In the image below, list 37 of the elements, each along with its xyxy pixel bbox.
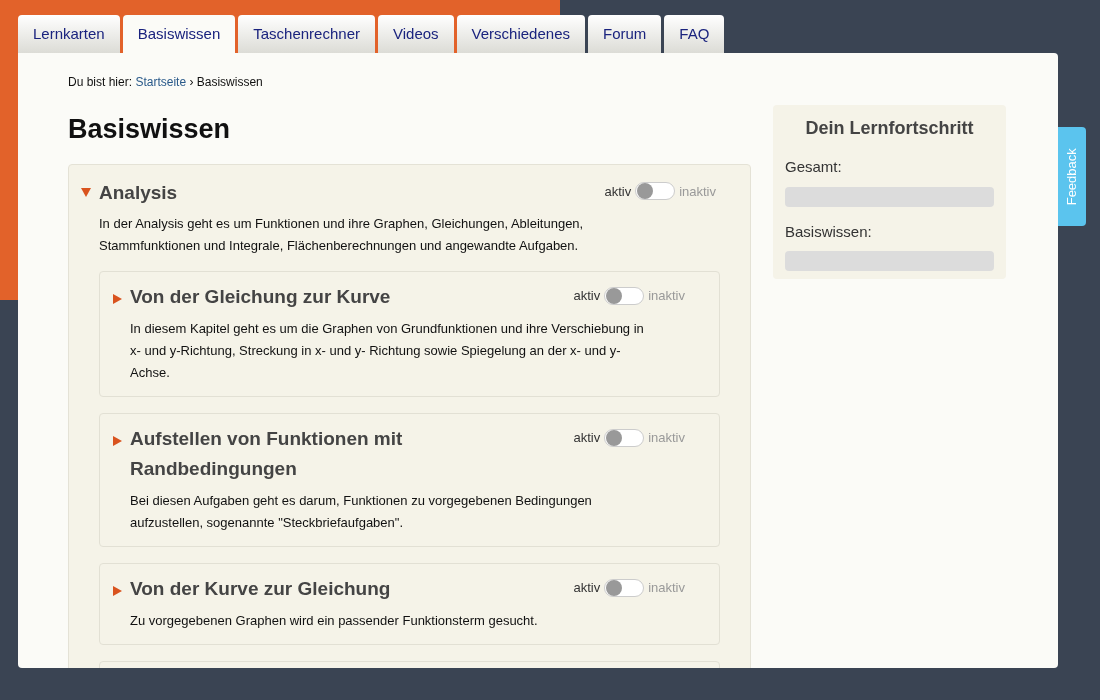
triangle-down-icon[interactable] bbox=[81, 186, 91, 197]
nav-tab[interactable]: FAQ bbox=[664, 15, 725, 53]
chapter-description: In diesem Kapitel geht es um die Graphen von Grundfunktionen und ihre Verschiebung in x- und y-Richtung, Streckung in x- und y- Richtung sowie Spiegelung an der x- und y-Achse. bbox=[130, 320, 645, 382]
topic-title[interactable]: Analysis bbox=[99, 178, 597, 207]
breadcrumb: Du bist hier: Startseite › Basiswissen bbox=[68, 74, 264, 91]
page-heading: Basiswissen bbox=[68, 113, 232, 146]
chapter-description: Zu vorgegebenen Graphen wird ein passender Funktionsterm gesucht. bbox=[130, 612, 539, 630]
triangle-right-icon[interactable] bbox=[112, 436, 122, 446]
toggle-on-label: aktiv bbox=[573, 429, 601, 447]
nav-tab[interactable]: Basiswissen bbox=[122, 15, 236, 53]
toggle-off-label: inaktiv bbox=[648, 579, 685, 597]
topic-description: In der Analysis geht es um Funktionen und ihre Graphen, Gleichungen, Ableitungen, Stammfunktionen und Integrale, Flächenberechnungen und angewandte Aufgaben. bbox=[99, 215, 585, 255]
toggle-switch[interactable] bbox=[604, 578, 645, 597]
toggle-off-label: inaktiv bbox=[679, 182, 716, 201]
toggle-off-label: inaktiv bbox=[648, 429, 685, 447]
toggle-on-label: aktiv bbox=[573, 579, 601, 597]
chapter-title[interactable]: Von der Kurve zur Gleichung bbox=[130, 574, 566, 604]
chapter-title[interactable]: Aufstellen von Funktionen mit Randbedingungen bbox=[130, 424, 566, 484]
breadcrumb-link[interactable]: Startseite bbox=[135, 75, 187, 89]
progress-label: Gesamt: bbox=[785, 157, 843, 177]
nav-tab[interactable]: Taschenrechner bbox=[238, 15, 375, 53]
toggle-off-label: inaktiv bbox=[648, 287, 685, 305]
chapter-title[interactable]: Von der Gleichung zur Kurve bbox=[130, 282, 566, 312]
progress-label: Basiswissen: bbox=[785, 221, 873, 242]
nav-tab[interactable]: Lernkarten bbox=[18, 15, 120, 53]
triangle-right-icon[interactable] bbox=[112, 586, 122, 596]
triangle-right-icon[interactable] bbox=[112, 294, 122, 304]
toggle-on-label: aktiv bbox=[573, 287, 601, 305]
toggle-switch[interactable] bbox=[604, 428, 645, 447]
toggle-switch[interactable] bbox=[604, 286, 645, 305]
nav-tab[interactable]: Forum bbox=[588, 15, 662, 53]
toggle-switch[interactable] bbox=[635, 182, 676, 201]
nav-tab[interactable]: Videos bbox=[378, 15, 454, 53]
chapter-description: Bei diesen Aufgaben geht es darum, Funktionen zu vorgegebenen Bedingungen aufzustellen, sogenannte "Steckbriefaufgaben". bbox=[130, 492, 593, 532]
progress-title: Dein Lernfortschritt bbox=[804, 117, 975, 140]
nav-tab[interactable]: Verschiedenes bbox=[456, 15, 585, 53]
toggle-on-label: aktiv bbox=[604, 182, 632, 201]
